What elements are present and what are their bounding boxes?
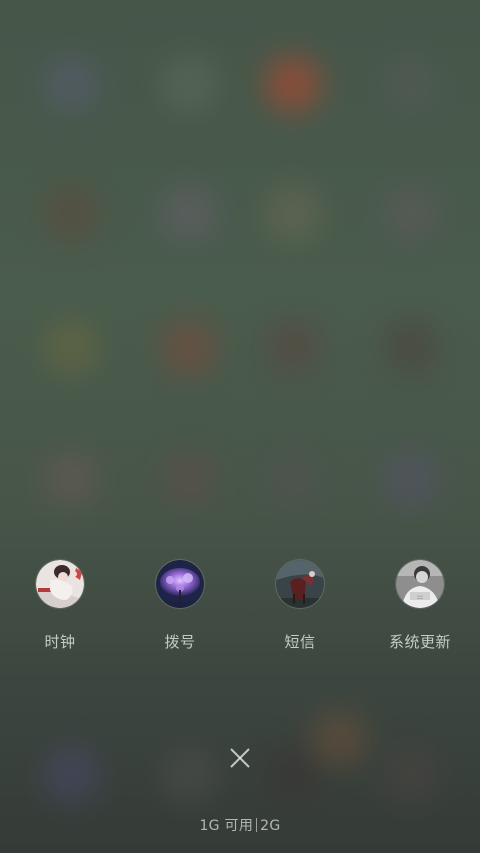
memory-total: 2G [260, 818, 281, 834]
dialer-app-thumbnail-icon[interactable] [156, 560, 204, 608]
svg-text::::: ::: [417, 594, 423, 601]
recent-app-clock[interactable]: 时钟 [0, 560, 120, 660]
recent-app-system-update[interactable]: ::: 系统更新 [360, 560, 480, 660]
recent-apps-row: 时钟 拨号 短信::: 系统更新 [0, 560, 480, 660]
recent-apps-screen: 时钟 拨号 短信::: 系统更新 1G 可用 2G [0, 0, 480, 853]
system-update-app-thumbnail-icon[interactable]: ::: [396, 560, 444, 608]
memory-info: 1G 可用 2G [0, 815, 480, 835]
clear-all-button[interactable] [222, 740, 258, 776]
recent-app-dialer[interactable]: 拨号 [120, 560, 240, 660]
close-icon [230, 748, 250, 768]
recent-app-label: 拨号 [164, 633, 196, 651]
recent-app-label: 系统更新 [388, 633, 451, 651]
memory-divider [256, 818, 258, 832]
blurred-background [0, 0, 480, 853]
recent-app-messages[interactable]: 短信 [240, 560, 360, 660]
messages-app-thumbnail-icon[interactable] [276, 560, 324, 608]
recent-app-label: 短信 [284, 633, 316, 651]
clock-app-thumbnail-icon[interactable] [36, 560, 84, 608]
recent-app-label: 时钟 [44, 633, 76, 651]
memory-available: 1G 可用 [199, 818, 254, 834]
